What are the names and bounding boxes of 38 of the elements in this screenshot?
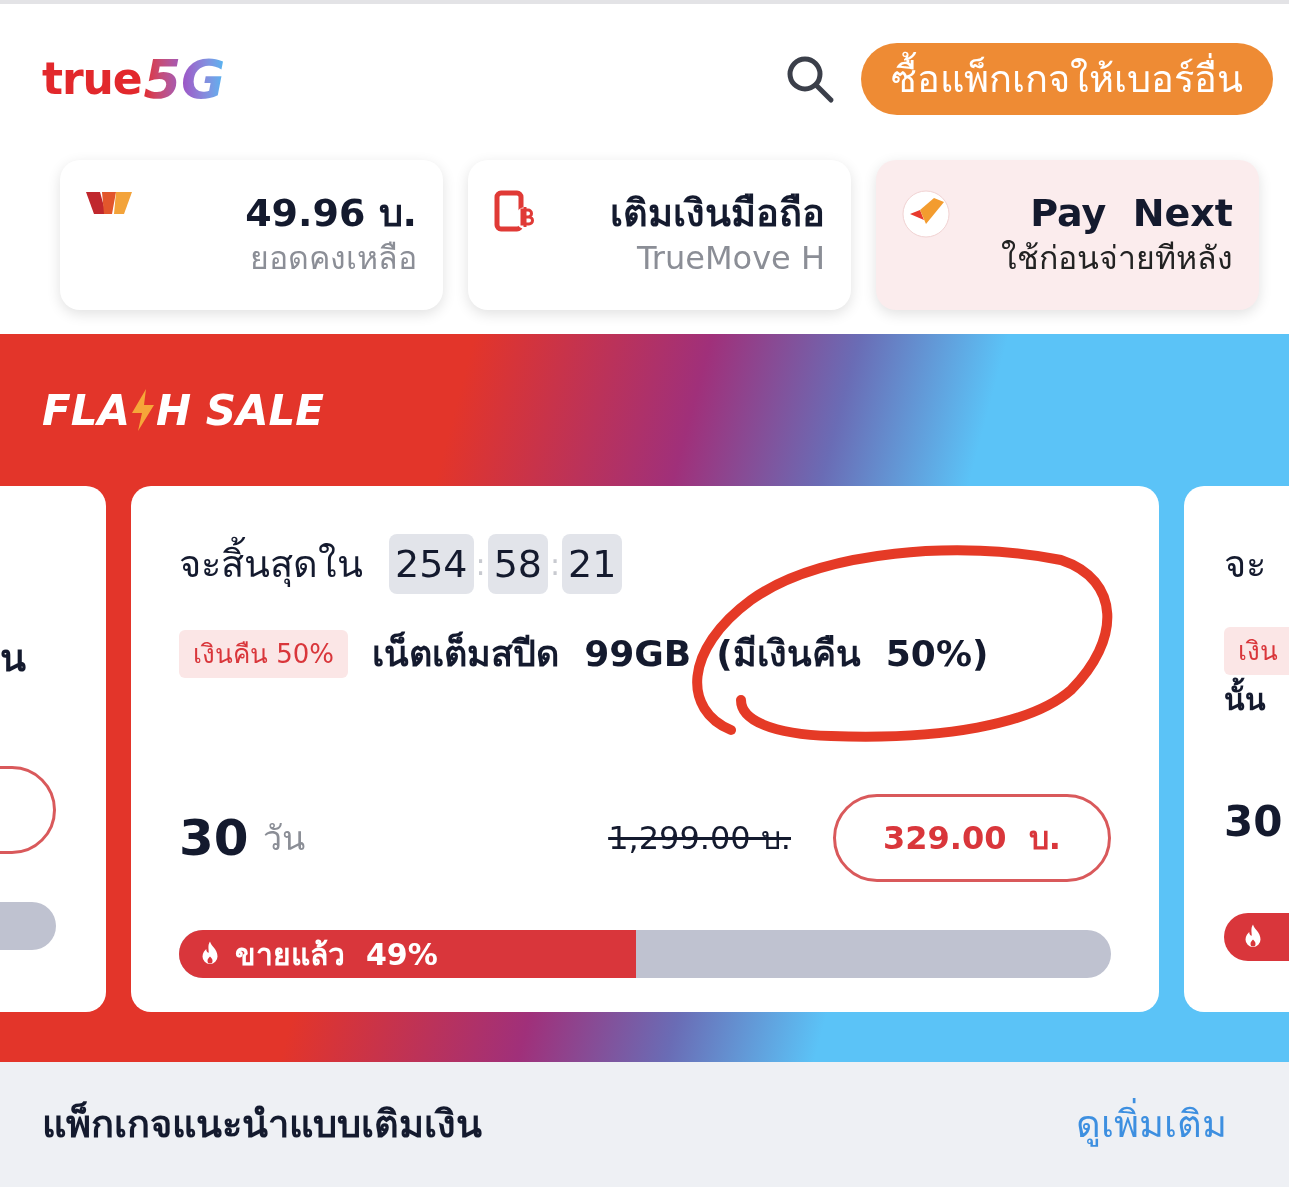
sold-percentage: ขายแล้ว 49% (235, 935, 438, 974)
shortcut-card[interactable]: Pay Next ใช้ก่อนจ่ายทีหลัง (876, 160, 1259, 310)
brand-logo: true5G (42, 38, 226, 120)
countdown-separator: : (474, 545, 487, 584)
check-logo-icon (902, 190, 950, 238)
wallet-logo-icon (86, 190, 132, 216)
countdown-label: จะ (1224, 540, 1267, 588)
shortcut-card[interactable]: 49.96 บ. ยอดคงเหลือ (60, 160, 443, 310)
countdown-digits: 254 (389, 534, 474, 594)
countdown-digits: 21 (562, 534, 623, 594)
validity-days: 30 (1224, 777, 1289, 865)
shortcut-title: 49.96 บ. (245, 190, 417, 236)
shortcut-subtitle: ใช้ก่อนจ่ายทีหลัง (1001, 238, 1233, 279)
countdown-label: จะสิ้นสุดใน (179, 535, 363, 593)
shortcut-title: เติมเงินมือถือ (610, 190, 825, 236)
validity-unit: วัน (262, 816, 305, 860)
countdown-separator: : (549, 545, 562, 584)
shortcut-subtitle: ยอดคงเหลือ (250, 238, 417, 279)
flash-sale-title: FLA (42, 384, 130, 437)
countdown-digits: 58 (487, 534, 548, 594)
deal-title: น (0, 636, 27, 680)
deal-card[interactable]: น (0, 486, 106, 1012)
cashback-tag: เงินคืน 50% (179, 630, 349, 678)
price-button[interactable]: 329.00 บ. (833, 794, 1111, 882)
shortcut-card[interactable]: เติมเงินมือถือ TrueMove H (468, 160, 851, 310)
lightning-icon (129, 389, 156, 431)
section-heading: แพ็กเกจแนะนำแบบเติมเงิน (42, 1100, 482, 1148)
cashback-tag: เงิน (1224, 627, 1289, 675)
flash-sale-title: H SALE (155, 384, 324, 437)
deal-card[interactable]: จะสิ้นสุดใน 254 : 58 : 21 เงินคืน 50% เน็ตเต็มสปีด 99GB (มีเงินคืน 50%) 30 วัน 1,299.00 บ. 329.00 บ. ขายแล้ว 49% (131, 486, 1159, 1012)
deal-card[interactable]: จะ เงิน นั้น 30 (1184, 486, 1289, 1012)
validity-days: 30 (179, 800, 249, 876)
deal-title: นั้น (1224, 675, 1289, 725)
shortcut-subtitle: TrueMove H (637, 238, 825, 279)
deal-title: เน็ตเต็มสปีด 99GB (มีเงินคืน 50%) (372, 630, 989, 676)
shortcut-title: Pay Next (1030, 190, 1233, 236)
search-icon[interactable] (785, 54, 835, 104)
original-price: 1,299.00 บ. (608, 818, 791, 859)
